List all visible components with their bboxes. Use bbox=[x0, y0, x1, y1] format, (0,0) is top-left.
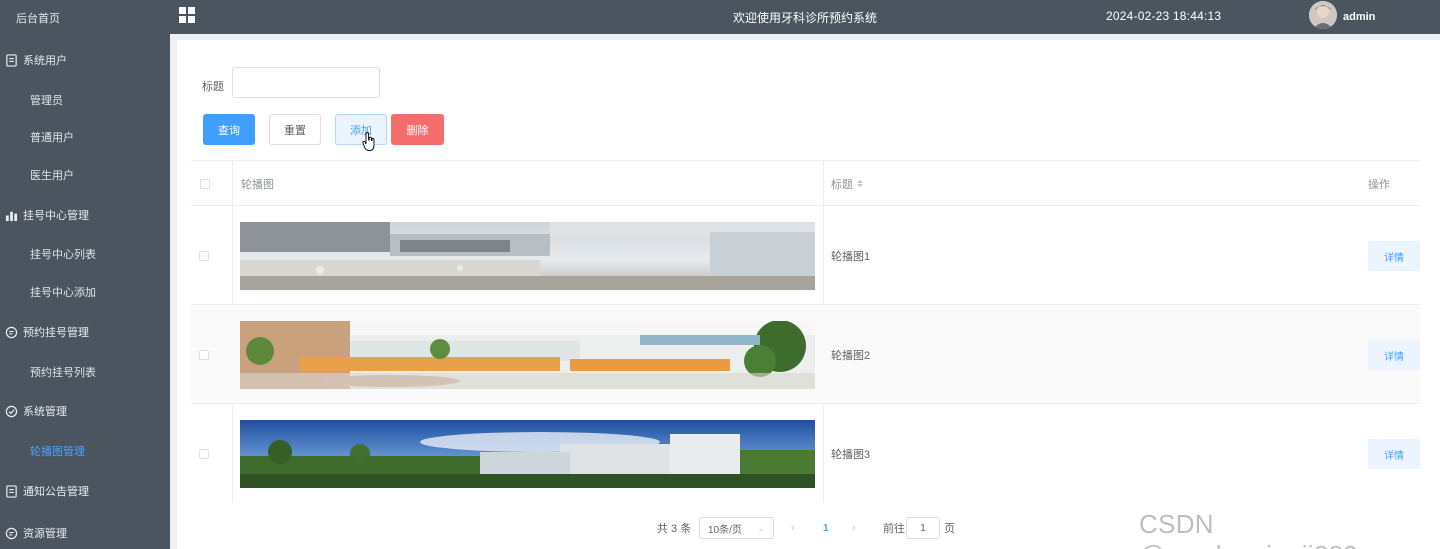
detail-button[interactable]: 详情 bbox=[1368, 340, 1420, 370]
pagination-total: 共 3 条 bbox=[657, 523, 692, 535]
title-search-input[interactable] bbox=[232, 67, 380, 98]
prev-page-icon[interactable]: ‹ bbox=[791, 517, 795, 539]
table-row: 轮播图2 详情 bbox=[191, 305, 1420, 404]
bar-chart-icon bbox=[4, 208, 18, 222]
sidebar-group-resource-management[interactable]: 资源管理 bbox=[0, 516, 170, 549]
goto-label: 前往 bbox=[883, 523, 905, 535]
carousel-table: 轮播图 标题 操作 轮播图1 详情 轮播图2 详情 轮播图3 详情 bbox=[191, 160, 1420, 502]
sidebar-item-home[interactable]: 后台首页 bbox=[0, 1, 170, 35]
watermark: CSDN @vx_danpianji889 bbox=[1139, 509, 1358, 549]
sidebar-item-label: 挂号中心列表 bbox=[30, 249, 96, 261]
column-header-image: 轮播图 bbox=[241, 178, 274, 191]
select-all-checkbox[interactable] bbox=[200, 161, 210, 206]
sidebar-item-label: 后台首页 bbox=[16, 13, 60, 25]
sidebar-item-label: 轮播图管理 bbox=[30, 446, 85, 458]
sidebar-group-system-users[interactable]: 系统用户 bbox=[0, 43, 170, 77]
sidebar-item-label: 预约挂号管理 bbox=[23, 327, 89, 339]
page-size-value: 10条/页 bbox=[708, 524, 742, 536]
document-icon bbox=[4, 484, 18, 498]
column-header-title[interactable]: 标题 bbox=[831, 161, 863, 206]
page-suffix-label: 页 bbox=[944, 523, 955, 535]
menu-grid-icon[interactable] bbox=[179, 7, 196, 24]
sidebar-group-notice-management[interactable]: 通知公告管理 bbox=[0, 474, 170, 508]
check-circle-icon bbox=[4, 404, 18, 418]
chevron-down-icon: ⌄ bbox=[757, 522, 765, 533]
query-button[interactable]: 查询 bbox=[203, 114, 255, 145]
sidebar-item-carousel-management[interactable]: 轮播图管理 bbox=[0, 434, 170, 468]
sidebar: 后台首页 系统用户 管理员 普通用户 医生用户 挂号中心管理 挂号中心列表 挂号… bbox=[0, 0, 170, 549]
sidebar-item-normal-users[interactable]: 普通用户 bbox=[0, 120, 170, 154]
table-header: 轮播图 标题 操作 bbox=[191, 161, 1420, 206]
add-button[interactable]: 添加 bbox=[335, 114, 387, 145]
sidebar-item-label: 普通用户 bbox=[30, 132, 74, 144]
sidebar-item-label: 管理员 bbox=[30, 95, 63, 107]
table-row: 轮播图1 详情 bbox=[191, 206, 1420, 305]
detail-button[interactable]: 详情 bbox=[1368, 439, 1420, 469]
username[interactable]: admin bbox=[1343, 11, 1375, 23]
detail-button[interactable]: 详情 bbox=[1368, 241, 1420, 271]
row-action-cell: 详情 bbox=[191, 206, 1420, 305]
page-size-select[interactable]: 10条/页 ⌄ bbox=[699, 517, 774, 539]
sidebar-item-admin[interactable]: 管理员 bbox=[0, 83, 170, 117]
sidebar-item-label: 挂号中心添加 bbox=[30, 287, 96, 299]
avatar[interactable] bbox=[1309, 1, 1337, 29]
delete-button[interactable]: 删除 bbox=[391, 114, 444, 145]
title-search-label: 标题 bbox=[202, 81, 224, 93]
sidebar-item-appointment-list[interactable]: 预约挂号列表 bbox=[0, 355, 170, 389]
page-number-current[interactable]: 1 bbox=[823, 517, 829, 539]
sidebar-item-registration-list[interactable]: 挂号中心列表 bbox=[0, 237, 170, 271]
sidebar-group-appointment[interactable]: 预约挂号管理 bbox=[0, 315, 170, 349]
reset-button[interactable]: 重置 bbox=[269, 114, 321, 145]
document-icon bbox=[4, 53, 18, 67]
column-header-actions: 操作 bbox=[1368, 178, 1390, 191]
row-action-cell: 详情 bbox=[191, 404, 1420, 502]
sidebar-item-label: 挂号中心管理 bbox=[23, 210, 89, 222]
sidebar-item-registration-add[interactable]: 挂号中心添加 bbox=[0, 275, 170, 309]
table-row: 轮播图3 详情 bbox=[191, 404, 1420, 502]
sidebar-item-doctor-users[interactable]: 医生用户 bbox=[0, 158, 170, 192]
next-page-icon[interactable]: › bbox=[852, 517, 856, 539]
sidebar-item-label: 系统管理 bbox=[23, 406, 67, 418]
sidebar-group-registration-center[interactable]: 挂号中心管理 bbox=[0, 198, 170, 232]
column-header-label: 标题 bbox=[831, 178, 853, 191]
hand-cursor-icon bbox=[362, 132, 375, 151]
sidebar-item-label: 资源管理 bbox=[23, 528, 67, 540]
row-action-cell: 详情 bbox=[191, 305, 1420, 404]
chat-icon bbox=[4, 526, 18, 540]
chat-icon bbox=[4, 325, 18, 339]
datetime-display: 2024-02-23 18:44:13 bbox=[1106, 9, 1222, 23]
sidebar-group-system-management[interactable]: 系统管理 bbox=[0, 394, 170, 428]
sidebar-item-label: 系统用户 bbox=[23, 55, 67, 67]
welcome-title: 欢迎使用牙科诊所预约系统 bbox=[733, 11, 878, 25]
top-bar: 欢迎使用牙科诊所预约系统 2024-02-23 18:44:13 admin bbox=[170, 0, 1440, 34]
goto-page-input[interactable] bbox=[906, 517, 940, 539]
main-content: 标题 查询 重置 添加 删除 轮播图 标题 操作 轮播图1 详情 轮播图2 详情… bbox=[177, 40, 1440, 549]
sidebar-item-label: 通知公告管理 bbox=[23, 486, 89, 498]
sidebar-item-label: 医生用户 bbox=[30, 170, 74, 182]
sort-icon[interactable] bbox=[857, 180, 863, 187]
sidebar-item-label: 预约挂号列表 bbox=[30, 367, 96, 379]
